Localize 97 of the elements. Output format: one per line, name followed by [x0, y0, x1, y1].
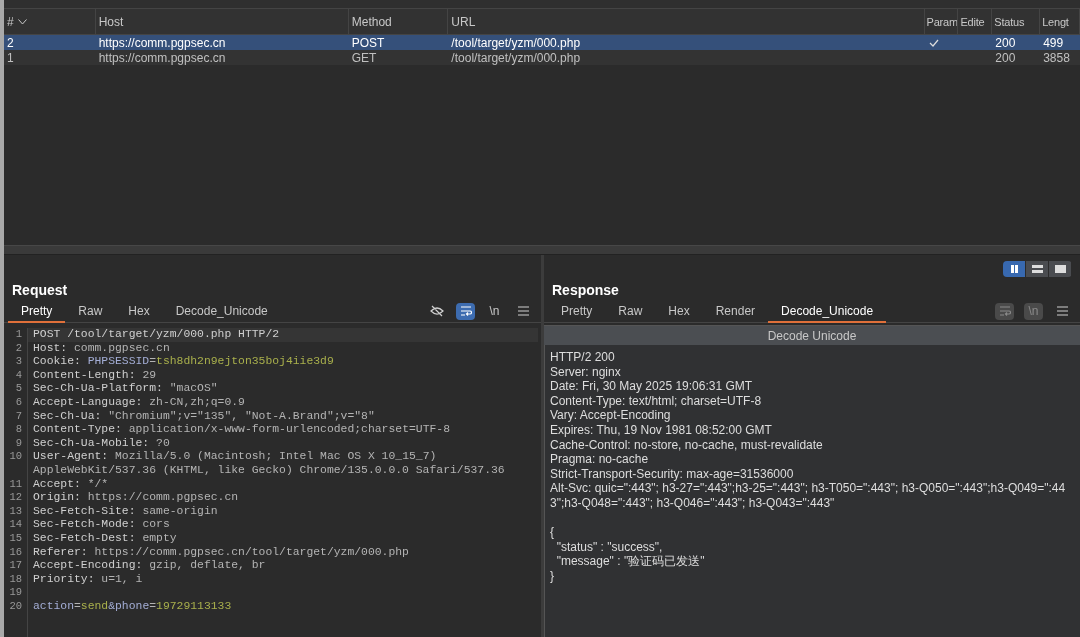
line-number: 8 [4, 423, 28, 437]
menu-icon [1057, 306, 1068, 316]
table-cell-text: POST [350, 35, 386, 50]
code-line: Sec-Fetch-Mode: cors [32, 518, 171, 532]
response-line: Content-Type: text/html; charset=UTF-8 [550, 393, 763, 409]
response-line: "status" : "success", [555, 539, 664, 555]
menu-icon [518, 306, 529, 316]
code-line: action=send&phone=19729113133 [32, 599, 233, 614]
editor-tab[interactable]: Raw [65, 300, 116, 323]
response-line: Expires: Thu, 19 Nov 1981 08:52:00 GMT [550, 422, 773, 438]
response-line: Server: nginx [550, 364, 622, 380]
table-cell-text: /tool/target/yzm/000.php [450, 35, 582, 50]
editor-tab[interactable]: Decode_Unicode [768, 300, 887, 323]
layout-toggle[interactable] [1049, 261, 1071, 277]
line-number: 12 [4, 491, 28, 505]
code-line: Sec-Fetch-Site: same-origin [32, 504, 219, 519]
editor-tab[interactable]: Pretty [8, 300, 66, 323]
response-line: "message" : "验证码已发送" [555, 554, 706, 569]
code-line: Sec-Ch-Ua-Mobile: ?0 [32, 436, 171, 451]
panel-title: Request [12, 282, 68, 300]
code-line: Accept-Encoding: gzip, deflate, br [32, 559, 267, 573]
line-number: 9 [4, 436, 28, 451]
line-number: 19 [4, 586, 28, 600]
line-number: 14 [4, 518, 28, 532]
line-number: 2 [4, 341, 28, 356]
response-line: Alt-Svc: quic=":443"; h3-27=":443";h3-25=":443"; h3-T050=":443"; h3-Q050=":443";h3-Q049=":443";h3-Q048=":443"; h3-Q046=":443"; h3-Q043=":443" [550, 481, 1067, 511]
line-number: 17 [4, 559, 28, 573]
line-number: 10 [4, 450, 28, 478]
response-line: { [550, 525, 555, 540]
code-line: Accept: */* [32, 477, 110, 492]
layout-toggle[interactable] [1003, 261, 1025, 277]
table-cell-text: 499 [1042, 35, 1065, 50]
panel-title: Response [552, 282, 619, 300]
response-line: Strict-Transport-Security: max-age=31536000 [550, 466, 795, 482]
response-line: Date: Fri, 30 May 2025 19:06:31 GMT [550, 379, 754, 394]
table-cell-text: 200 [994, 50, 1017, 65]
table-cell-text: /tool/target/yzm/000.php [450, 50, 582, 65]
hide-icon [429, 305, 444, 317]
line-number: 18 [4, 572, 28, 587]
column-header[interactable]: Method [348, 9, 449, 34]
response-line: } [550, 568, 555, 584]
editor-tab[interactable]: Decode_Unicode [162, 300, 281, 323]
newline-toggle[interactable]: \n [485, 302, 504, 320]
code-line: Sec-Ch-Ua-Platform: "macOS" [32, 382, 219, 396]
column-header[interactable]: URL [448, 9, 925, 34]
table-cell-text: 1 [6, 50, 15, 65]
column-header[interactable]: # [4, 9, 96, 34]
line-number: 13 [4, 504, 28, 519]
wrap-toggle[interactable] [456, 302, 475, 320]
column-header[interactable]: Host [95, 9, 349, 34]
line-number: 11 [4, 477, 28, 492]
code-line: Origin: https://comm.pgpsec.cn [32, 491, 240, 505]
rows-icon [1030, 263, 1044, 275]
code-line: Priority: u=1, i [32, 572, 144, 587]
table-cell-text: 200 [994, 35, 1017, 50]
code-line: Sec-Ch-Ua: "Chromium";v="135", "Not-A.Brand";v="8" [32, 409, 376, 424]
code-line: Content-Type: application/x-www-form-urlencoded;charset=UTF-8 [32, 423, 451, 437]
history-row[interactable]: 2 https://comm.pgpsec.cn POST /tool/target/yzm/000.php 200 499 [4, 35, 1080, 50]
wrap-icon [998, 306, 1011, 316]
code-line: Content-Length: 29 [32, 368, 158, 383]
column-header[interactable]: Lengt [1040, 9, 1080, 34]
code-line: User-Agent: Mozilla/5.0 (Macintosh; Intel Mac OS X 10_15_7) AppleWebKit/537.36 (KHTML, like Gecko) Chrome/135.0.0.0 Safari/537.36 [32, 450, 506, 478]
code-line: Accept-Language: zh-CN,zh;q=0.9 [32, 395, 246, 410]
code-line: Sec-Fetch-Dest: empty [32, 531, 178, 546]
editor-tab[interactable]: Raw [605, 300, 656, 323]
line-number: 7 [4, 409, 28, 424]
editor-tab[interactable]: Pretty [548, 300, 606, 323]
history-row[interactable]: 1 https://comm.pgpsec.cn GET /tool/target/yzm/000.php 200 3858 [4, 50, 1080, 65]
response-line: HTTP/2 200 [550, 350, 616, 365]
table-cell-text: https://comm.pgpsec.cn [97, 50, 227, 65]
editor-tab[interactable]: Hex [655, 300, 703, 323]
column-header[interactable]: Status [992, 9, 1041, 34]
line-number: 16 [4, 545, 28, 560]
wrap-icon [459, 306, 472, 316]
column-header[interactable]: Param [924, 9, 959, 34]
response-line: Cache-Control: no-store, no-cache, must-revalidate [550, 437, 824, 453]
panel-icon [1053, 263, 1067, 275]
code-line: Referer: https://comm.pgpsec.cn/tool/target/yzm/000.php [32, 545, 410, 560]
code-line: Cookie: PHPSESSID=tsh8dh2n9ejton35boj4iie3d9 [32, 355, 335, 369]
line-number: 3 [4, 355, 28, 369]
table-cell-text: 2 [6, 35, 15, 50]
table-cell-text: https://comm.pgpsec.cn [97, 35, 227, 50]
response-line: Vary: Accept-Encoding [550, 408, 672, 423]
line-number: 20 [4, 599, 28, 614]
table-cell-text: GET [350, 50, 378, 65]
editor-tab[interactable]: Render [702, 300, 769, 323]
line-number: 15 [4, 531, 28, 546]
column-header[interactable]: Edite [958, 9, 993, 34]
editor-tab[interactable]: Hex [115, 300, 163, 323]
layout-toggle[interactable] [1026, 261, 1048, 277]
response-line: Pragma: no-cache [550, 452, 650, 467]
line-number: 5 [4, 382, 28, 396]
decoder-bar[interactable]: Decode Unicode [544, 325, 1080, 345]
line-number: 6 [4, 395, 28, 410]
line-number: 4 [4, 368, 28, 383]
table-cell-text: 3858 [1042, 50, 1071, 65]
code-line: Host: comm.pgpsec.cn [32, 341, 171, 356]
